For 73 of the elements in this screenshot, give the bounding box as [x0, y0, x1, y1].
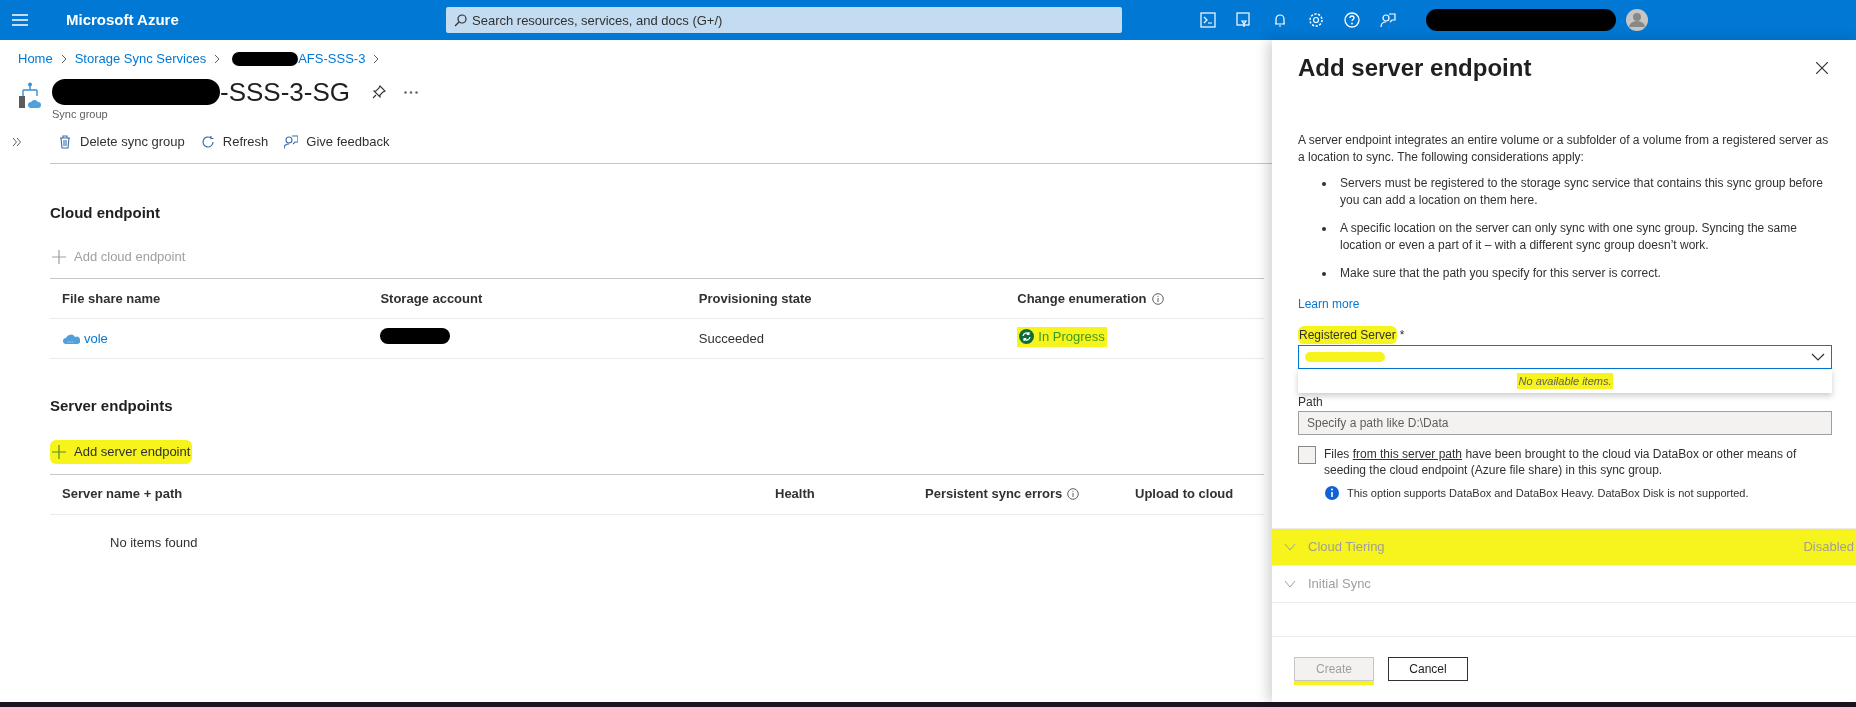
chevron-icon — [1284, 542, 1296, 551]
bullet-text: A specific location on the server can only sync with one sync group. Syncing the same location or even a part of it – with a different sync group doesn’t work. — [1340, 220, 1798, 254]
bullet-text: Make sure that the path you specify for this server is correct. — [1340, 265, 1661, 282]
column-header[interactable]: Storage account — [380, 288, 483, 309]
field-label: Registered Server — [1298, 326, 1397, 344]
toolbar-button[interactable]: Refresh — [200, 131, 269, 152]
plus-icon — [52, 250, 66, 264]
close-icon[interactable] — [1816, 62, 1828, 74]
info-text: This option supports DataBox and DataBox Heavy. DataBox Disk is not supported. — [1347, 486, 1749, 501]
bell-icon[interactable] — [1272, 12, 1288, 28]
feedback-icon — [284, 134, 299, 149]
breadcrumb-link[interactable]: Storage Sync Services — [74, 49, 207, 69]
trash-icon — [58, 134, 72, 149]
bullet-icon — [1322, 182, 1326, 186]
toolbar-button[interactable]: Delete sync group — [58, 131, 185, 152]
required-mark: * — [1399, 327, 1405, 344]
brand-title[interactable]: Microsoft Azure — [66, 8, 446, 32]
breadcrumb-link[interactable]: Home — [18, 49, 53, 69]
plus-icon — [52, 444, 66, 459]
column-header[interactable]: File share name — [62, 288, 161, 309]
cloud-icon — [62, 332, 80, 345]
file-share-link[interactable]: vole — [84, 328, 108, 349]
status-label: In Progress — [1017, 327, 1107, 347]
checkbox-label: Files from this server path have been brought to the cloud via DataBox or other means of seeding the cloud endpoint (Azure file share) in this sync group. — [1324, 446, 1798, 478]
dropdown-field[interactable] — [1298, 345, 1832, 369]
chevron-down-icon — [1811, 353, 1825, 361]
section-heading: Cloud endpoint — [50, 202, 161, 223]
column-header[interactable]: Change enumeration — [1017, 288, 1147, 309]
expand-icon[interactable] — [12, 137, 21, 146]
filter-icon[interactable] — [1236, 12, 1252, 28]
text-link[interactable]: from this server path — [1352, 447, 1463, 461]
more-icon[interactable] — [404, 90, 419, 94]
search-field[interactable]: Search resources, services, and docs (G+/) — [446, 7, 1122, 33]
info-icon — [1325, 486, 1339, 501]
pin-icon — [372, 85, 387, 99]
intro-paragraph: A server endpoint integrates an entire volume or a subfolder of a volume from a registered server as a location to sync. The following considerations apply: — [1298, 132, 1830, 166]
chevron-right-icon — [373, 54, 380, 64]
breadcrumb-link[interactable]: AFS-SSS-3 — [298, 49, 366, 69]
column-header[interactable]: Upload to cloud — [1135, 484, 1234, 504]
empty-message: No available items. — [1516, 372, 1614, 390]
column-header[interactable]: Health — [775, 484, 815, 504]
footer-button[interactable]: Cancel — [1388, 656, 1468, 681]
column-header[interactable]: Server name + path — [62, 484, 183, 504]
refresh-icon — [200, 134, 215, 149]
bullet-icon — [1322, 272, 1326, 276]
help-icon[interactable] — [1344, 12, 1360, 28]
panel-title: Add server endpoint — [1298, 53, 1532, 83]
bullet-icon — [1322, 227, 1326, 231]
avatar-icon — [1626, 9, 1648, 31]
checkbox[interactable] — [1298, 446, 1316, 464]
sync-group-icon — [18, 82, 42, 110]
bullet-text: Servers must be registered to the storage sync service that contains this sync group before you can add a location on them here. — [1340, 175, 1824, 209]
table-cell: Succeeded — [698, 330, 764, 346]
page-title: -SSS-3-SG — [220, 75, 351, 109]
page-subtitle: Sync group — [52, 107, 109, 122]
learn-more-link[interactable]: Learn more — [1298, 295, 1360, 313]
column-header[interactable]: Persistent sync errors — [925, 484, 1063, 504]
toolbar-button[interactable]: Give feedback — [284, 131, 390, 152]
sync-icon — [1019, 329, 1035, 345]
terminal-icon[interactable] — [1200, 12, 1216, 28]
chevron-right-icon — [214, 54, 221, 64]
settings-icon[interactable] — [1308, 12, 1324, 28]
section-value: Disabled — [1803, 537, 1854, 556]
column-header[interactable]: Provisioning state — [698, 288, 812, 309]
menu-icon — [12, 14, 28, 26]
chevron-icon — [1284, 579, 1296, 588]
section-heading: Server endpoints — [50, 396, 174, 416]
chevron-right-icon — [60, 54, 67, 64]
field-label: Path — [1298, 395, 1323, 409]
add-button[interactable]: Add server endpoint — [50, 439, 193, 464]
feedback-icon[interactable] — [1380, 12, 1396, 28]
search-icon — [454, 14, 467, 27]
empty-message: No items found — [110, 533, 198, 552]
